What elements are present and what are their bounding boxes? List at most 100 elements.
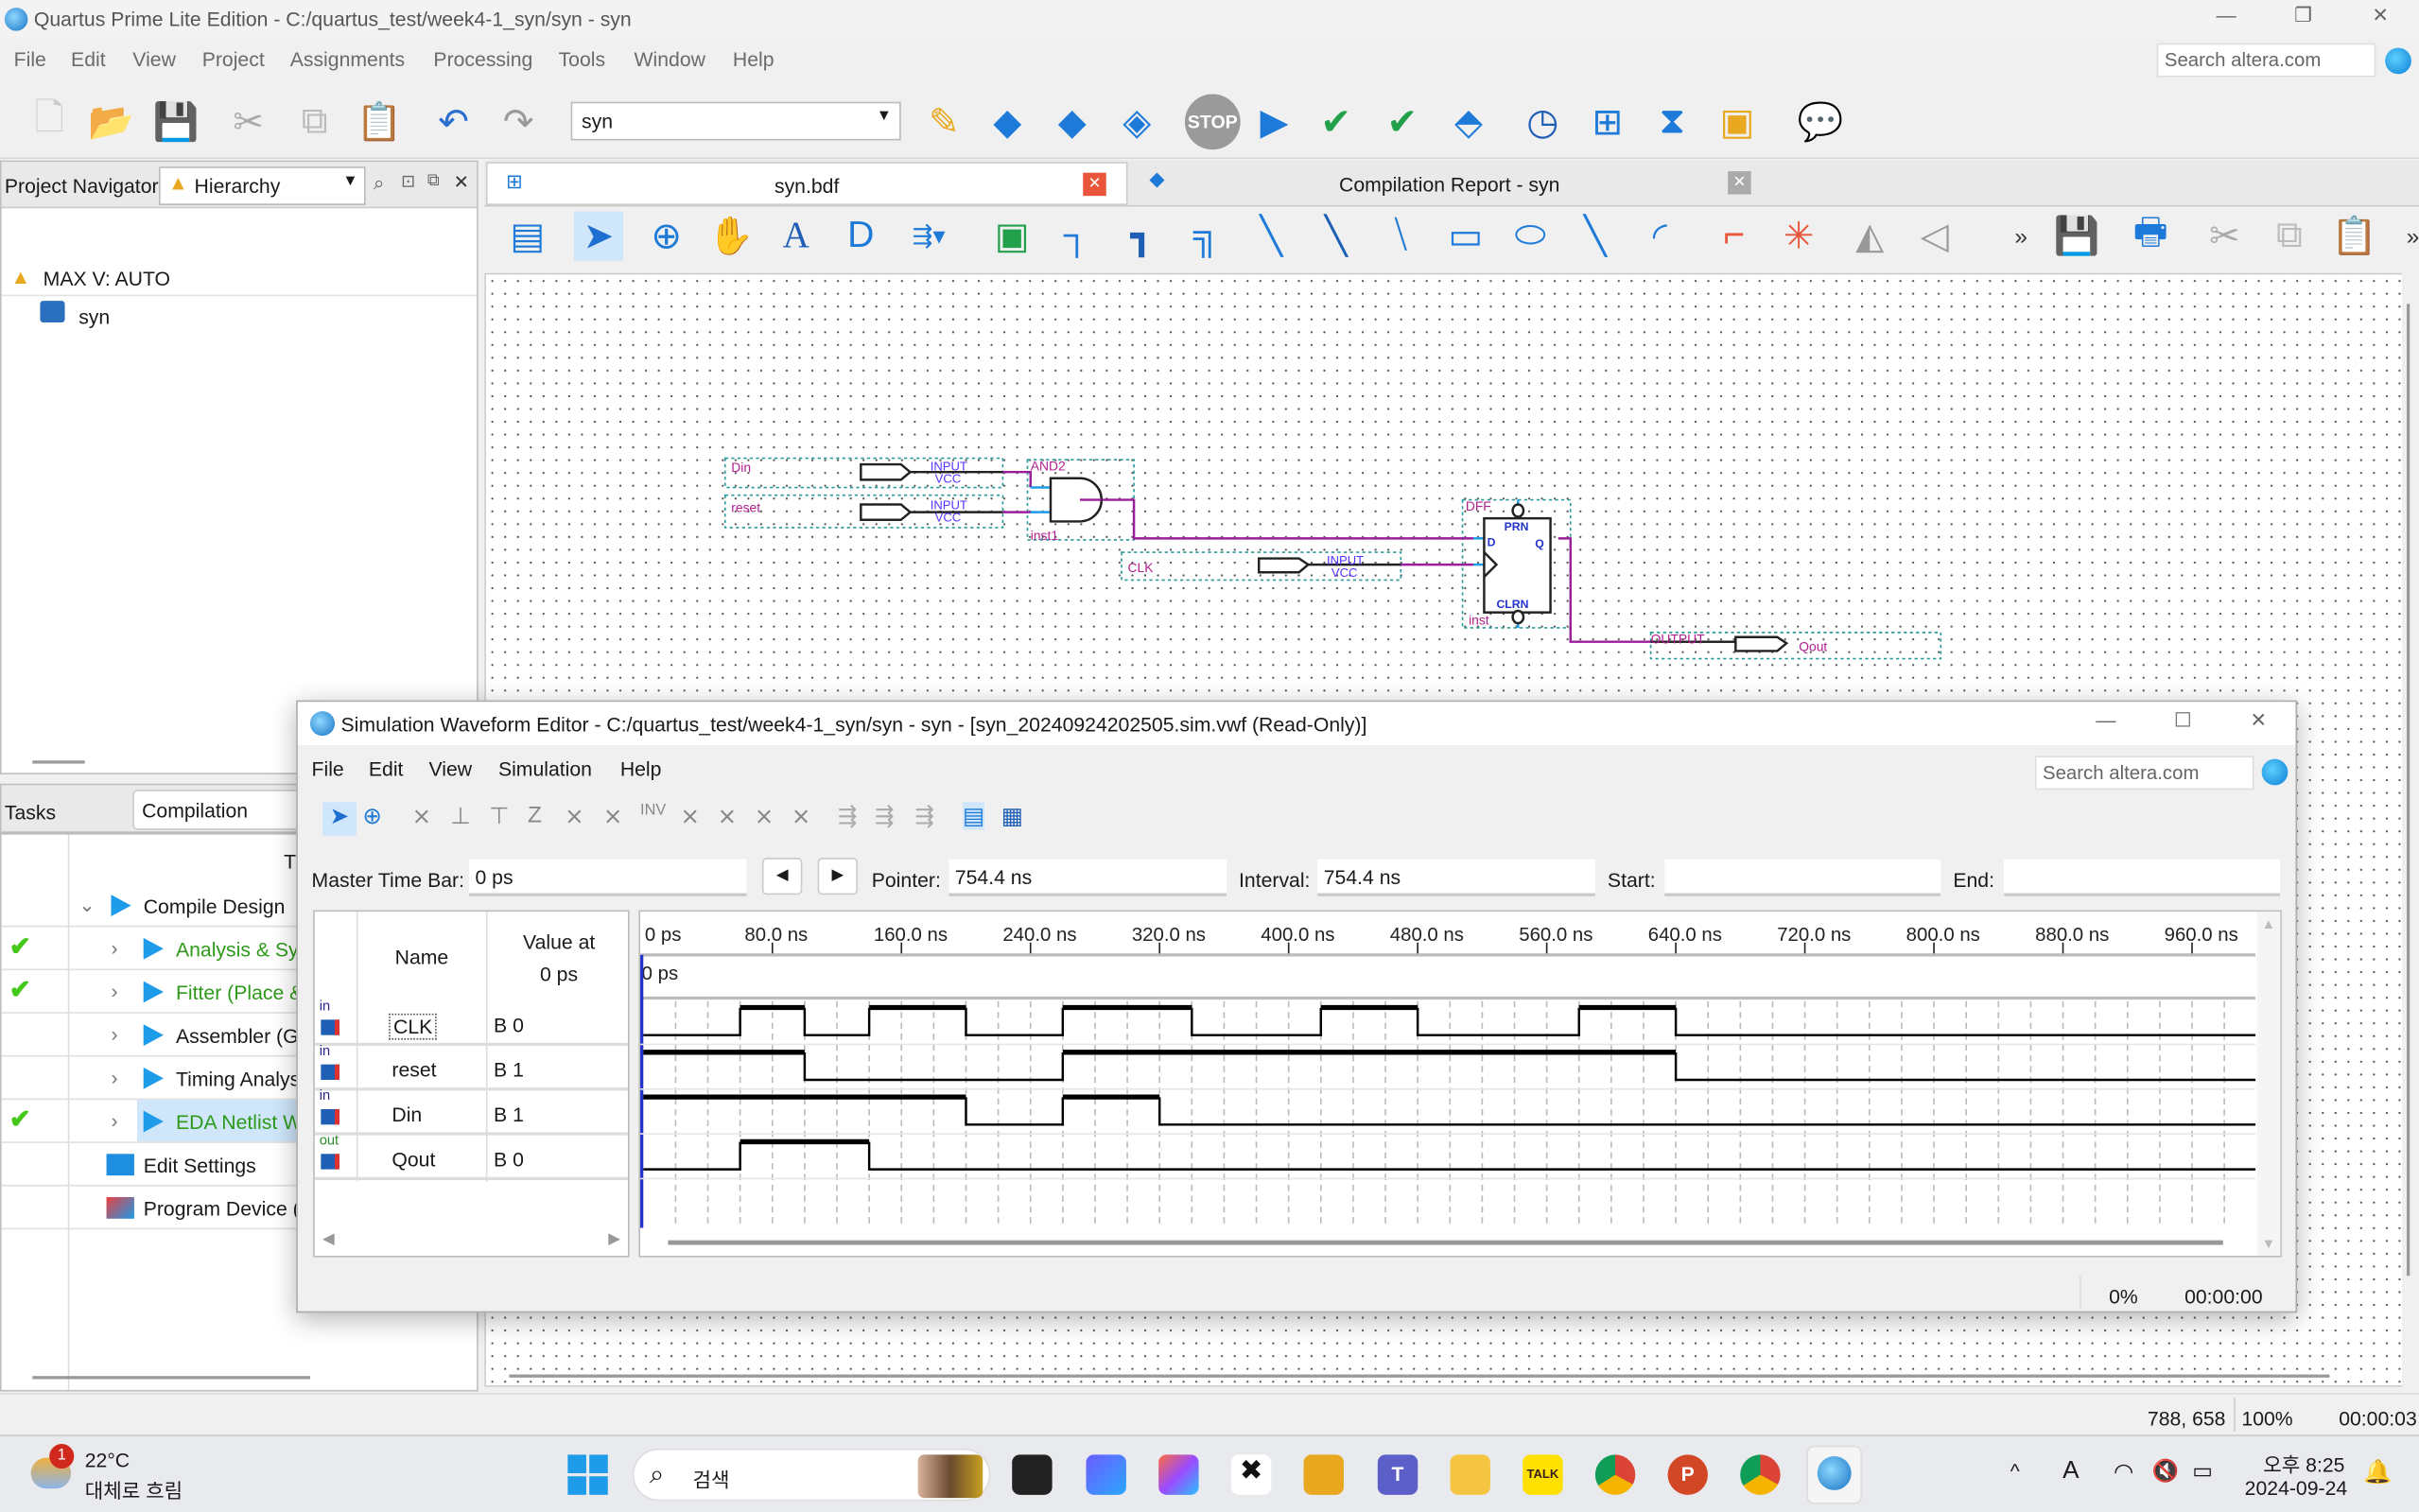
end-field[interactable] xyxy=(2004,859,2281,896)
close-tab-icon[interactable]: ✕ xyxy=(1728,171,1751,195)
invert-icon[interactable]: INV xyxy=(640,802,666,819)
menu-window[interactable]: Window xyxy=(635,48,705,71)
timing-sim-icon[interactable]: ⇶ xyxy=(875,802,895,830)
wifi-icon[interactable]: ◠ xyxy=(2114,1458,2133,1486)
timing-analyzer-icon[interactable]: ◷ xyxy=(1518,97,1567,147)
battery-icon[interactable]: ▭ xyxy=(2192,1458,2213,1485)
waveform-clk[interactable] xyxy=(643,1004,2256,1036)
rubberbanding-icon[interactable]: ⌐ xyxy=(1710,212,1759,261)
close-panel-icon[interactable]: ✕ xyxy=(454,171,469,193)
input-pin-reset[interactable] xyxy=(860,503,913,522)
navigator-view-select[interactable]: ▲ Hierarchy ▼ xyxy=(159,166,366,205)
sim-menu-file[interactable]: File xyxy=(312,757,344,780)
menu-edit[interactable]: Edit xyxy=(71,48,106,71)
menu-tools[interactable]: Tools xyxy=(559,48,606,71)
search-input[interactable]: Search altera.com xyxy=(2156,43,2376,78)
close-button[interactable]: ✕ xyxy=(2358,3,2404,34)
forcing-high-icon[interactable]: ⊤ xyxy=(489,802,509,830)
flip-vertical-icon[interactable]: ◁ xyxy=(1910,212,1959,261)
weak-low-icon[interactable]: ⨯ xyxy=(565,802,584,830)
help-chat-icon[interactable]: 💬 xyxy=(1796,97,1845,147)
signal-row[interactable]: in CLK B 0 xyxy=(314,999,628,1047)
minimize-button[interactable]: — xyxy=(2203,3,2250,34)
clock-time[interactable]: 오후 8:25 xyxy=(2263,1449,2344,1478)
signal-row[interactable]: out Qout B 0 xyxy=(314,1132,628,1181)
quartus-taskbar-icon[interactable] xyxy=(1806,1445,1863,1504)
random-value-icon[interactable]: ⨯ xyxy=(792,802,811,830)
menu-file[interactable]: File xyxy=(14,48,46,71)
start-field[interactable] xyxy=(1664,859,1941,896)
close-button[interactable]: ✕ xyxy=(2236,708,2282,739)
sim-menu-help[interactable]: Help xyxy=(620,757,662,780)
pin-icon[interactable]: ⊡ xyxy=(401,171,415,192)
waveform-vscroll[interactable]: ▲ ▼ xyxy=(2256,912,2281,1256)
copy-icon[interactable]: ⧉ xyxy=(2265,212,2314,261)
play-icon[interactable] xyxy=(143,1067,164,1089)
window-detach-icon[interactable]: ▤ xyxy=(503,212,552,261)
line-tool-icon[interactable]: ╲ xyxy=(1571,212,1620,261)
show-hidden-icons[interactable]: ^ xyxy=(2010,1459,2020,1482)
cut-icon[interactable]: ✂ xyxy=(224,97,273,147)
chevron-right-icon[interactable]: › xyxy=(111,1066,117,1088)
chevron-down-icon[interactable]: ⌄ xyxy=(78,894,96,918)
sim-menu-view[interactable]: View xyxy=(429,757,473,780)
play-icon[interactable] xyxy=(143,1110,164,1133)
signal-row[interactable]: in Din B 1 xyxy=(314,1087,628,1136)
new-file-icon[interactable]: 🗋 xyxy=(25,96,74,147)
previous-transition-button[interactable]: ◀ xyxy=(761,858,803,895)
ellipse-tool-icon[interactable]: ⬭ xyxy=(1505,212,1555,261)
signal-name[interactable]: CLK xyxy=(389,1013,438,1040)
kakaotalk-icon[interactable]: TALK xyxy=(1523,1454,1563,1495)
sim-menu-simulation[interactable]: Simulation xyxy=(498,757,592,780)
analysis-synthesis-icon[interactable]: ◆ xyxy=(1048,97,1097,147)
analysis-check-icon[interactable]: ✔ xyxy=(1312,97,1361,147)
copy-icon[interactable]: ⧉ xyxy=(290,97,339,147)
forcing-unknown-icon[interactable]: ⨯ xyxy=(412,802,432,830)
count-value-icon[interactable]: ⨯ xyxy=(680,802,700,830)
paste-icon[interactable]: 📋 xyxy=(355,97,404,147)
copilot-app-icon[interactable] xyxy=(1158,1454,1199,1495)
chrome-profile-icon[interactable] xyxy=(1740,1454,1781,1495)
functional-sim-icon[interactable]: ⇶ xyxy=(838,802,858,830)
globe-icon[interactable] xyxy=(2385,47,2411,75)
signal-row[interactable]: in reset B 1 xyxy=(314,1043,628,1091)
canvas-vscroll[interactable] xyxy=(2402,272,2419,1387)
task-view-icon[interactable] xyxy=(1012,1454,1053,1495)
entity-syn[interactable]: syn xyxy=(78,305,110,328)
search-icon[interactable]: ⌕ xyxy=(374,171,385,196)
hand-tool-icon[interactable]: ✋ xyxy=(706,212,756,261)
arbitrary-value-icon[interactable]: ⨯ xyxy=(755,802,774,830)
clock-date[interactable]: 2024-09-24 xyxy=(2245,1476,2347,1499)
menu-project[interactable]: Project xyxy=(202,48,265,71)
compilation-report-icon[interactable]: ⬘ xyxy=(1444,97,1493,147)
snap-to-grid-icon[interactable]: ▤ xyxy=(962,802,985,830)
tab-syn-bdf[interactable]: ⊞ syn.bdf ✕ xyxy=(485,162,1128,205)
tasks-scrollbar[interactable] xyxy=(32,1376,310,1380)
output-pin-qout[interactable] xyxy=(1734,635,1789,652)
taskbar-search[interactable]: ⌕ 검색 xyxy=(632,1448,991,1502)
netlist-sim-icon[interactable]: ⇶ xyxy=(914,802,934,830)
high-impedance-icon[interactable]: Z xyxy=(528,802,542,828)
input-pin-clk[interactable] xyxy=(1257,557,1311,574)
float-icon[interactable]: ⧉ xyxy=(427,171,440,191)
input-pin-din[interactable] xyxy=(860,462,913,481)
signal-name[interactable]: Din xyxy=(392,1103,422,1125)
chevron-right-icon[interactable]: › xyxy=(111,936,117,959)
chrome-icon[interactable] xyxy=(1594,1454,1636,1495)
print-icon[interactable]: 🖶 xyxy=(2126,211,2175,261)
diagonal-node-icon[interactable]: ╲ xyxy=(1246,212,1296,261)
chip-planner-icon[interactable]: ▣ xyxy=(1713,97,1762,147)
redo-icon[interactable]: ↷ xyxy=(494,97,543,147)
name-column-header[interactable]: Name xyxy=(395,946,449,968)
text-tool-icon[interactable]: A xyxy=(772,212,821,261)
interval-field[interactable]: 754.4 ns xyxy=(1317,859,1595,896)
minimize-button[interactable]: — xyxy=(2082,708,2129,739)
arc-tool-icon[interactable]: ◜ xyxy=(1635,212,1684,261)
menu-processing[interactable]: Processing xyxy=(433,48,532,71)
orthogonal-node-icon[interactable]: ┐ xyxy=(1053,212,1102,261)
rectangle-tool-icon[interactable]: ▭ xyxy=(1441,212,1490,261)
menu-assignments[interactable]: Assignments xyxy=(290,48,405,71)
next-transition-button[interactable]: ▶ xyxy=(817,858,859,895)
signal-name[interactable]: reset xyxy=(392,1058,436,1081)
save-icon[interactable]: 💾 xyxy=(2052,212,2101,261)
